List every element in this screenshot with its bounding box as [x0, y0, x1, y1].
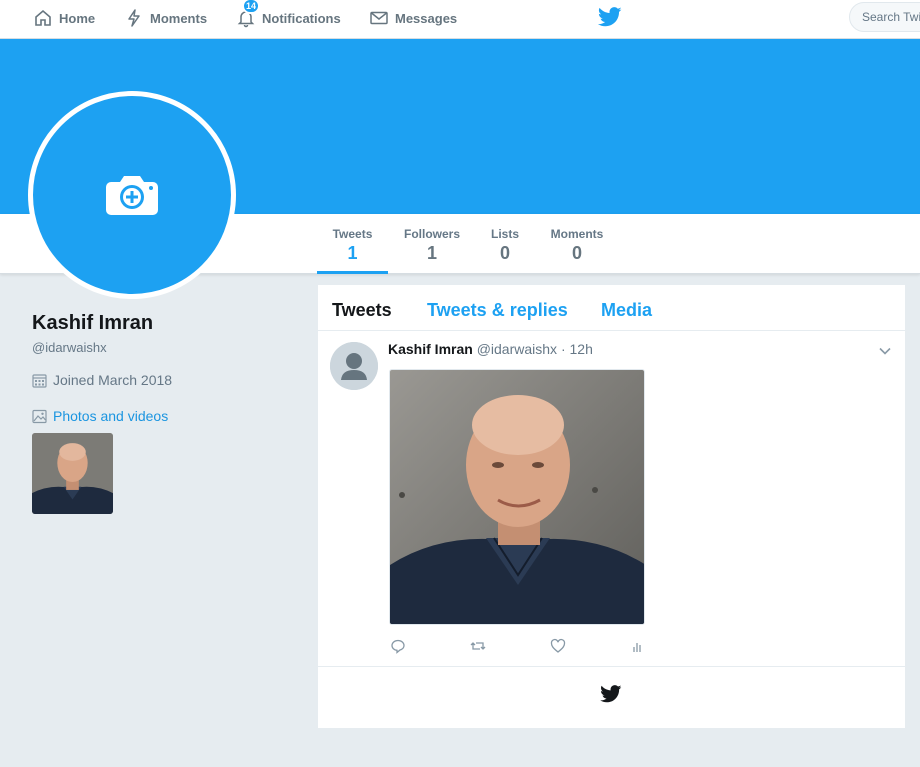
camera-plus-icon [106, 176, 158, 215]
image-icon [32, 409, 47, 423]
stat-label: Tweets [332, 227, 373, 241]
envelope-icon [370, 11, 388, 25]
stat-value: 0 [571, 243, 582, 263]
nav-moments[interactable]: Moments [124, 0, 207, 36]
tweet-timestamp[interactable]: 12h [570, 341, 593, 357]
analytics-button[interactable] [630, 637, 646, 655]
tweet-author-name[interactable]: Kashif Imran [388, 341, 473, 357]
stat-moments[interactable]: Moments 0 [546, 214, 608, 274]
retweet-button[interactable] [470, 637, 486, 655]
bird-icon[interactable] [598, 7, 622, 27]
like-button[interactable] [550, 637, 566, 655]
reply-icon [391, 639, 405, 654]
heart-icon [550, 638, 566, 653]
notifications-badge: 14 [242, 0, 261, 14]
profile-handle[interactable]: @idarwaishx [32, 340, 107, 355]
timeline-tabs: Tweets Tweets & replies Media [318, 285, 905, 331]
nav-home-label: Home [59, 10, 96, 26]
reply-button[interactable] [390, 637, 406, 655]
calendar-icon [32, 373, 47, 388]
portrait-image [390, 370, 644, 624]
nav-messages[interactable]: Messages [369, 0, 457, 36]
stat-label: Followers [403, 227, 460, 241]
joined-text: Joined March 2018 [53, 372, 173, 388]
profile-name[interactable]: Kashif Imran [32, 312, 153, 335]
nav-moments-label: Moments [150, 10, 208, 26]
tweet[interactable]: Kashif Imran @idarwaishx · 12h [318, 332, 905, 667]
stat-label: Lists [490, 227, 519, 241]
nav-messages-label: Messages [395, 10, 458, 26]
portrait-image [32, 433, 113, 514]
stat-value: 1 [347, 243, 358, 263]
photos-label: Photos and videos [53, 408, 169, 424]
nav-notifications-label: Notifications [262, 10, 341, 26]
stat-tweets[interactable]: Tweets 1 [317, 214, 388, 274]
nav-notifications[interactable]: 14 Notifications [236, 0, 341, 36]
lightning-icon [128, 9, 140, 27]
stat-value: 1 [426, 243, 437, 263]
home-icon [35, 9, 51, 26]
tweet-header: Kashif Imran @idarwaishx · 12h [388, 341, 593, 357]
tweet-photo[interactable] [389, 369, 645, 625]
tab-media[interactable]: Media [601, 300, 652, 321]
search-input[interactable]: Search Twitter [849, 2, 920, 32]
profile-joined: Joined March 2018 [32, 372, 172, 388]
tweet-author-handle[interactable]: @idarwaishx [477, 341, 557, 357]
tweet-separator: · [560, 341, 566, 357]
retweet-icon [470, 642, 486, 650]
profile-avatar[interactable] [28, 91, 236, 299]
stat-followers[interactable]: Followers 1 [400, 214, 464, 274]
analytics-icon [633, 643, 641, 652]
stat-lists[interactable]: Lists 0 [488, 214, 522, 274]
nav-home[interactable]: Home [33, 0, 95, 36]
stat-label: Moments [550, 227, 604, 241]
chevron-down-icon[interactable] [878, 344, 892, 358]
media-thumbnail[interactable] [32, 433, 113, 514]
tweet-avatar[interactable] [330, 342, 378, 390]
tab-tweets[interactable]: Tweets [332, 300, 392, 321]
stat-value: 0 [499, 243, 510, 263]
bird-icon [600, 685, 622, 703]
photos-and-videos-link[interactable]: Photos and videos [32, 408, 168, 424]
tab-tweets-and-replies[interactable]: Tweets & replies [427, 300, 568, 321]
top-navigation: Home Moments 14 Notifications Messages S… [0, 0, 920, 39]
timeline: Tweets Tweets & replies Media Kashif Imr… [318, 285, 905, 728]
default-avatar-icon [330, 342, 378, 390]
